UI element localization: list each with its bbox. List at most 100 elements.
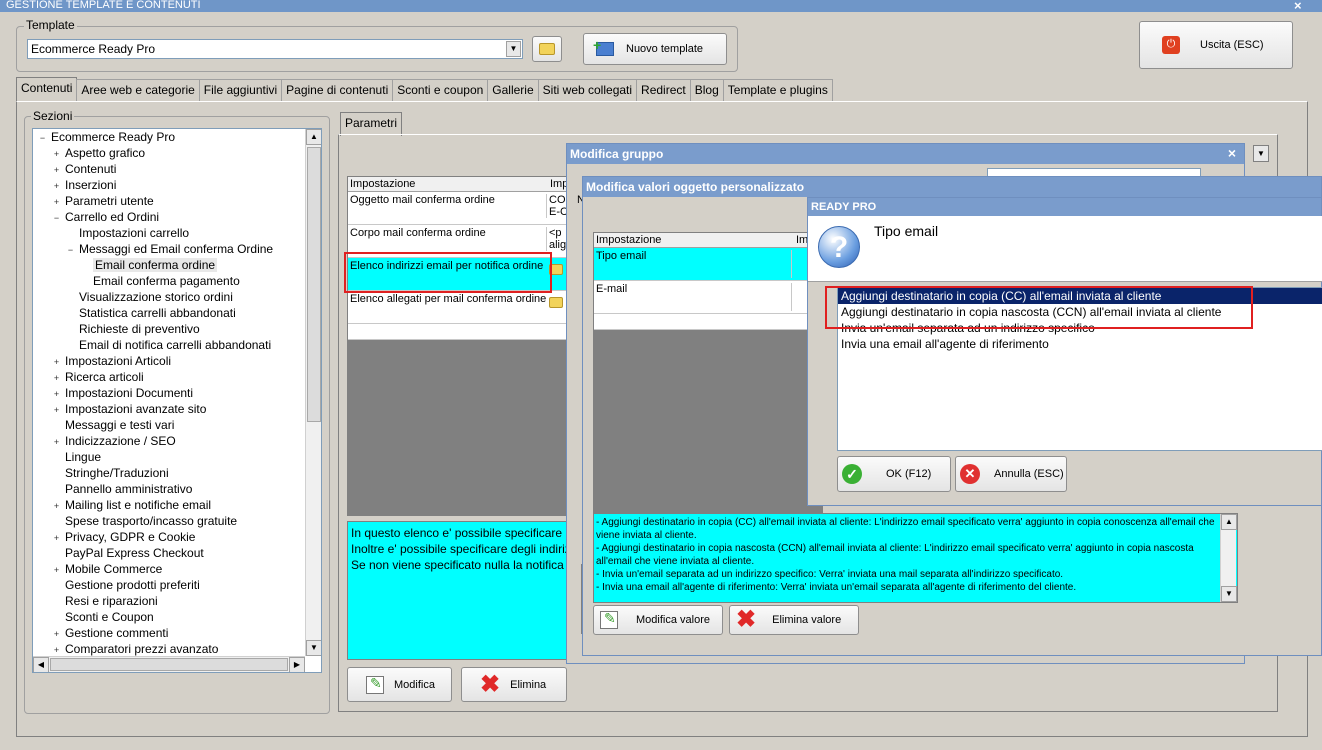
expand-icon[interactable]: + [52, 182, 61, 192]
scroll-right-icon[interactable]: ▶ [289, 657, 305, 672]
template-select[interactable]: Ecommerce Ready Pro ▼ [27, 39, 523, 59]
tree-item[interactable]: Resi e riparazioni [33, 594, 321, 610]
expand-icon[interactable]: + [52, 534, 61, 544]
tree-item[interactable]: Sconti e Coupon [33, 610, 321, 626]
expand-icon[interactable]: + [52, 630, 61, 640]
table-row-empty[interactable] [348, 324, 572, 340]
scroll-up-icon[interactable]: ▲ [306, 129, 321, 145]
tree-item[interactable]: + Impostazioni avanzate sito [33, 402, 321, 418]
tree-item[interactable]: Email di notifica carrelli abbandonati [33, 338, 321, 354]
table-row[interactable]: Elenco allegati per mail conferma ordine [348, 291, 572, 324]
tree-item[interactable]: − Messaggi ed Email conferma Ordine [33, 242, 321, 258]
folder-icon[interactable] [549, 297, 563, 308]
desc-scroll-up-icon[interactable]: ▲ [1221, 514, 1237, 530]
email-type-option[interactable]: Invia una email all'agente di riferiment… [838, 336, 1322, 352]
tree-item[interactable]: + Ricerca articoli [33, 370, 321, 386]
tab-parametri[interactable]: Parametri [340, 112, 403, 136]
tree-item[interactable]: Email conferma pagamento [33, 274, 321, 290]
tree-vscroll[interactable]: ▲ ▼ [305, 129, 321, 656]
tree-item[interactable]: Lingue [33, 450, 321, 466]
scroll-thumb[interactable] [307, 147, 321, 422]
tab-sconti-e-coupon[interactable]: Sconti e coupon [392, 79, 489, 101]
expand-icon[interactable]: + [52, 406, 61, 416]
tree-item[interactable]: + Mobile Commerce [33, 562, 321, 578]
tree-item[interactable]: Messaggi e testi vari [33, 418, 321, 434]
tab-file-aggiuntivi[interactable]: File aggiuntivi [198, 79, 283, 101]
exit-button[interactable]: ⏻ Uscita (ESC) [1139, 21, 1293, 69]
tab-siti-web-collegati[interactable]: Siti web collegati [537, 79, 638, 101]
expand-icon[interactable]: + [52, 358, 61, 368]
tree-item[interactable]: PayPal Express Checkout [33, 546, 321, 562]
expand-icon[interactable]: + [52, 150, 61, 160]
scroll-left-icon[interactable]: ◀ [33, 657, 49, 672]
chevron-down-icon[interactable]: ▼ [506, 41, 521, 57]
tree-item[interactable]: + Aspetto grafico [33, 146, 321, 162]
cancel-button[interactable]: ✕ Annulla (ESC) [955, 456, 1067, 492]
group-dialog-close-icon[interactable]: × [1228, 145, 1236, 161]
new-template-button[interactable]: + Nuovo template [583, 33, 727, 65]
custom-grid[interactable]: Impostazione Im Tipo email E-mail [593, 232, 823, 522]
table-row[interactable]: Tipo email [594, 248, 822, 281]
tree-item[interactable]: Spese trasporto/incasso gratuite [33, 514, 321, 530]
scroll-down-icon[interactable]: ▼ [306, 640, 321, 656]
expand-icon[interactable]: + [52, 166, 61, 176]
tree-item[interactable]: Email conferma ordine [33, 258, 321, 274]
tab-template-e-plugins[interactable]: Template e plugins [722, 79, 833, 101]
collapse-icon[interactable]: − [66, 246, 75, 256]
tree-item[interactable]: Pannello amministrativo [33, 482, 321, 498]
collapse-icon[interactable]: − [38, 134, 47, 144]
tree-item[interactable]: Statistica carrelli abbandonati [33, 306, 321, 322]
tree-item[interactable]: − Ecommerce Ready Pro [33, 130, 321, 146]
panel-dropdown-icon[interactable]: ▼ [1253, 145, 1269, 162]
params-grid[interactable]: Impostazione Imp Oggetto mail conferma o… [347, 176, 573, 516]
table-row[interactable]: E-mail [594, 281, 822, 314]
expand-icon[interactable]: + [52, 646, 61, 656]
edit-button[interactable]: ✎ Modifica [347, 667, 452, 702]
window-close-icon[interactable]: × [1294, 0, 1310, 13]
ok-button[interactable]: ✓ OK (F12) [837, 456, 951, 492]
tab-aree-web-e-categorie[interactable]: Aree web e categorie [76, 79, 200, 101]
delete-button[interactable]: ✖ Elimina [461, 667, 567, 702]
open-folder-button[interactable] [532, 36, 562, 62]
expand-icon[interactable]: + [52, 390, 61, 400]
table-row-empty[interactable] [594, 314, 822, 330]
tab-contenuti[interactable]: Contenuti [16, 77, 78, 101]
expand-icon[interactable]: + [52, 438, 61, 448]
tab-gallerie[interactable]: Gallerie [487, 79, 539, 101]
tree-item[interactable]: + Indicizzazione / SEO [33, 434, 321, 450]
tree-item[interactable]: + Parametri utente [33, 194, 321, 210]
tab-pagine-di-contenuti[interactable]: Pagine di contenuti [281, 79, 394, 101]
tree-hscroll[interactable]: ◀ ▶ [33, 656, 305, 672]
tree-item[interactable]: − Carrello ed Ordini [33, 210, 321, 226]
desc-scroll-down-icon[interactable]: ▼ [1221, 586, 1237, 602]
expand-icon[interactable]: + [52, 374, 61, 384]
tree-item[interactable]: + Inserzioni [33, 178, 321, 194]
tab-blog[interactable]: Blog [689, 79, 724, 101]
expand-icon[interactable]: + [52, 198, 61, 208]
description-vscroll[interactable]: ▲ ▼ [1220, 514, 1237, 602]
table-row[interactable]: Oggetto mail conferma ordine CO E-C [348, 192, 572, 225]
delete-value-label: Elimina valore [772, 614, 842, 626]
tree-item[interactable]: + Gestione commenti [33, 626, 321, 642]
delete-value-button[interactable]: ✖ Elimina valore [729, 605, 859, 635]
tree-item[interactable]: + Contenuti [33, 162, 321, 178]
edit-value-label: Modifica valore [636, 614, 710, 626]
collapse-icon[interactable]: − [52, 214, 61, 224]
tree-item[interactable]: + Privacy, GDPR e Cookie [33, 530, 321, 546]
tree-item[interactable]: Impostazioni carrello [33, 226, 321, 242]
tree-item[interactable]: Stringhe/Traduzioni [33, 466, 321, 482]
expand-icon[interactable]: + [52, 502, 61, 512]
tree-item[interactable]: Gestione prodotti preferiti [33, 578, 321, 594]
expand-icon[interactable]: + [52, 566, 61, 576]
sections-tree[interactable]: − Ecommerce Ready Pro + Aspetto grafico + Con… [32, 128, 322, 673]
tab-redirect[interactable]: Redirect [636, 79, 691, 101]
highlight-email-row [344, 252, 552, 293]
tree-item[interactable]: Visualizzazione storico ordini [33, 290, 321, 306]
edit-value-button[interactable]: ✎ Modifica valore [593, 605, 723, 635]
tree-item[interactable]: + Impostazioni Documenti [33, 386, 321, 402]
tree-item[interactable]: Richieste di preventivo [33, 322, 321, 338]
tree-item[interactable]: + Mailing list e notifiche email [33, 498, 321, 514]
tree-item[interactable]: + Impostazioni Articoli [33, 354, 321, 370]
hscroll-thumb[interactable] [50, 658, 288, 671]
